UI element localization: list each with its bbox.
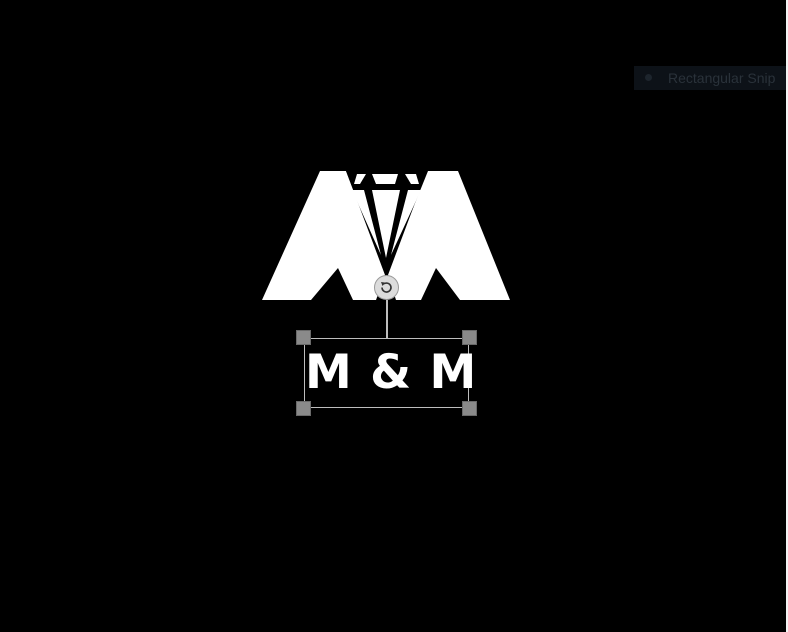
diamond-m-logo-icon[interactable] bbox=[0, 0, 788, 632]
rotate-handle[interactable] bbox=[374, 275, 399, 300]
resize-handle-bottom-left[interactable] bbox=[296, 401, 311, 416]
rotation-connector bbox=[386, 300, 388, 338]
design-canvas: { "snip_tool": { "label": "Rectangular S… bbox=[0, 0, 788, 632]
logo-diamond-crown-middle bbox=[372, 174, 398, 184]
brand-text[interactable]: M & M bbox=[305, 343, 476, 403]
resize-handle-top-right[interactable] bbox=[462, 330, 477, 345]
resize-handle-bottom-right[interactable] bbox=[462, 401, 477, 416]
resize-handle-top-left[interactable] bbox=[296, 330, 311, 345]
rotate-icon bbox=[381, 282, 392, 293]
selected-text-box[interactable]: M & M bbox=[296, 330, 477, 416]
